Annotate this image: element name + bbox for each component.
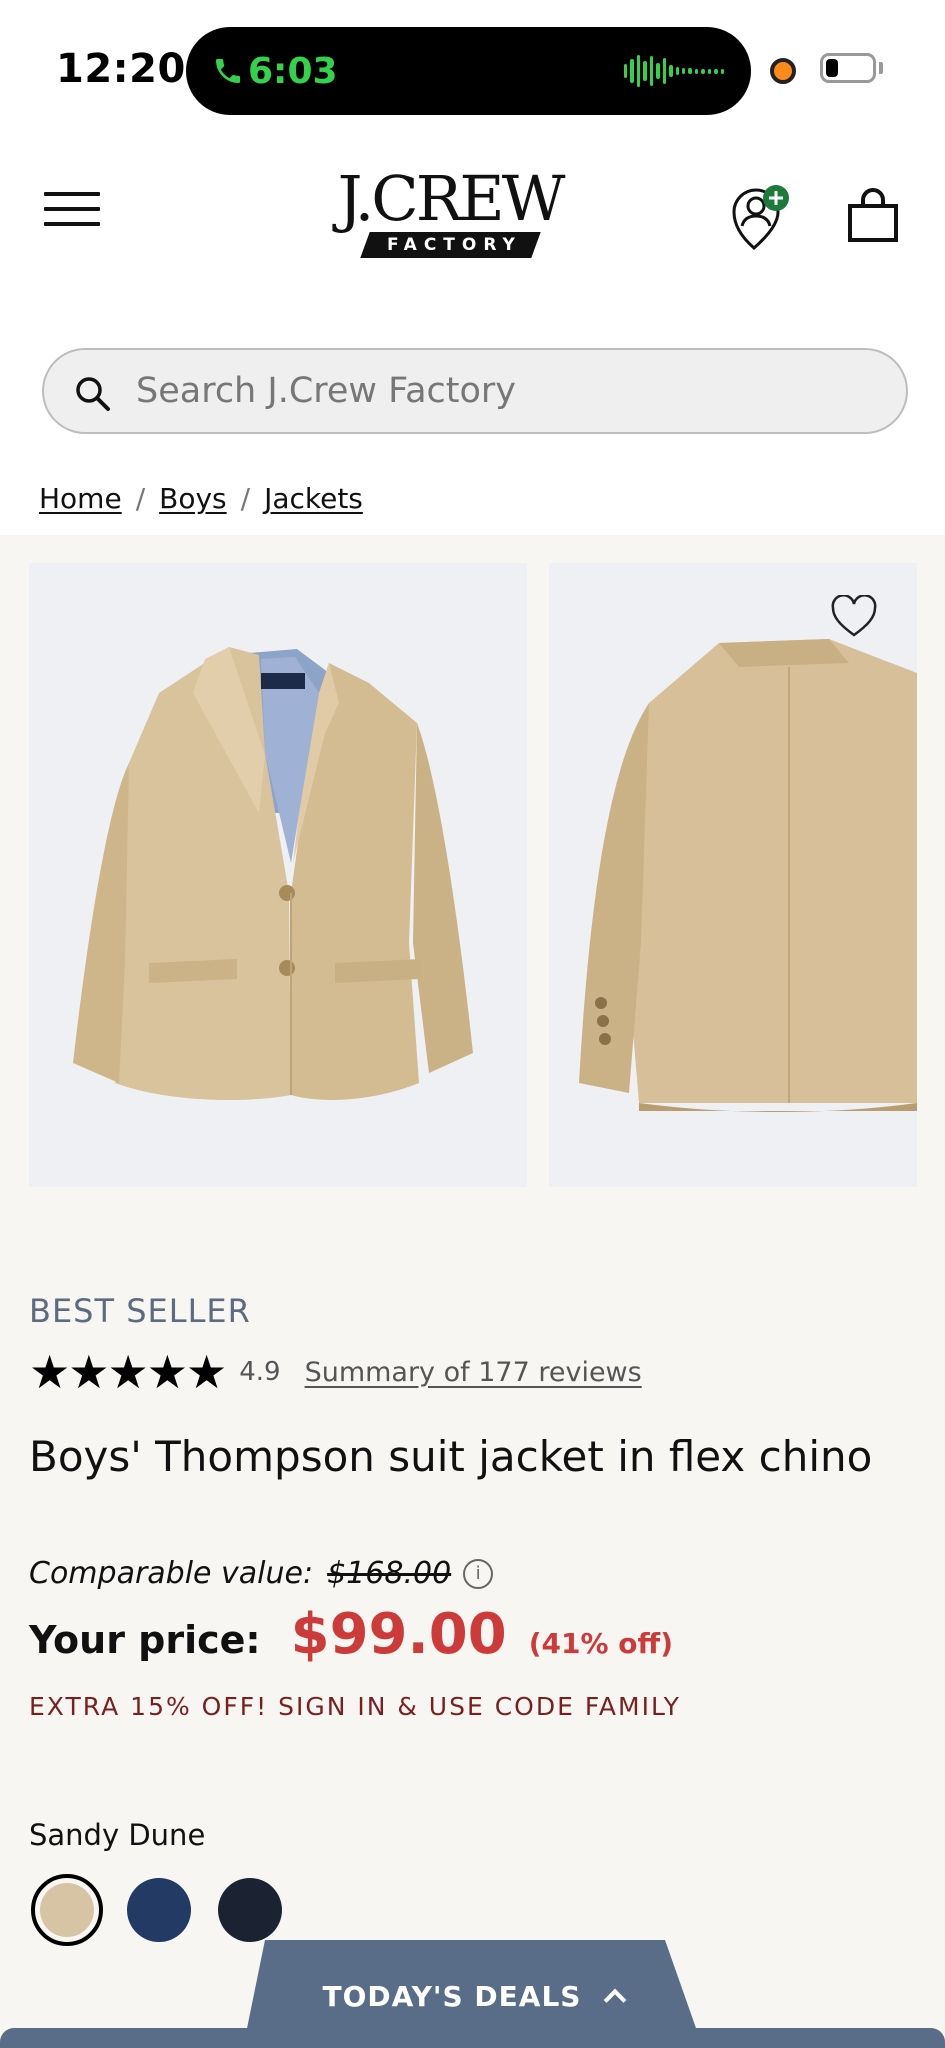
account-icon[interactable] [728, 182, 792, 252]
rating-value: 4.9 [239, 1357, 281, 1387]
chevron-up-icon [604, 1988, 627, 2012]
menu-icon[interactable] [44, 192, 100, 232]
phone-icon [216, 59, 240, 83]
search-icon [76, 377, 110, 411]
breadcrumb: Home / Boys / Jackets [39, 482, 363, 515]
battery-nub [879, 62, 883, 74]
deals-label: TODAY'S DEALS [243, 1980, 703, 2013]
todays-deals-tab[interactable]: TODAY'S DEALS [243, 1940, 703, 2048]
color-swatch-sandy-dune[interactable] [31, 1874, 103, 1946]
status-bar: 12:20 6:03 [0, 0, 945, 130]
star-rating-icon: ★★★★★ [29, 1345, 227, 1399]
selected-color-name: Sandy Dune [29, 1818, 206, 1852]
recording-dot-icon [770, 58, 796, 84]
clock: 12:20 [56, 46, 186, 92]
rating-row: ★★★★★ 4.9 Summary of 177 reviews [29, 1348, 642, 1396]
price-label: Your price: [29, 1618, 261, 1662]
sale-price: $99.00 [290, 1602, 507, 1667]
breadcrumb-separator: / [135, 482, 146, 515]
reviews-link[interactable]: Summary of 177 reviews [305, 1357, 642, 1388]
site-logo[interactable]: J.CREW FACTORY [330, 168, 570, 258]
heart-icon[interactable] [830, 595, 878, 639]
call-timer: 6:03 [248, 51, 338, 92]
bag-icon[interactable] [846, 188, 900, 244]
breadcrumb-separator: / [240, 482, 251, 515]
logo-wordmark: J.CREW [337, 162, 566, 235]
comparable-label: Comparable value: [29, 1556, 314, 1591]
breadcrumb-jackets[interactable]: Jackets [264, 482, 363, 515]
dynamic-island[interactable]: 6:03 [186, 27, 751, 115]
product-image-front[interactable] [29, 563, 527, 1187]
discount-percent: (41% off) [528, 1627, 674, 1660]
audio-wave-icon [624, 55, 724, 87]
product-title: Boys' Thompson suit jacket in flex chino [29, 1432, 873, 1481]
breadcrumb-boys[interactable]: Boys [159, 482, 227, 515]
color-swatch-dark-navy[interactable] [218, 1878, 282, 1942]
price-row: Your price: $99.00 (41% off) [29, 1602, 673, 1667]
info-icon[interactable]: i [463, 1558, 494, 1589]
battery-icon [820, 53, 876, 83]
promo-message: EXTRA 15% OFF! SIGN IN & USE CODE FAMILY [29, 1692, 681, 1721]
product-gallery[interactable] [0, 535, 945, 1215]
product-image-back[interactable] [549, 563, 917, 1187]
best-seller-badge: BEST SELLER [29, 1292, 251, 1330]
comparable-value: Comparable value: $168.00 i [29, 1556, 494, 1591]
search-bar[interactable] [42, 348, 908, 434]
comparable-price: $168.00 [327, 1556, 452, 1591]
search-input[interactable] [136, 366, 856, 416]
site-header: J.CREW FACTORY Home / Boys / Jackets [0, 130, 945, 535]
breadcrumb-home[interactable]: Home [39, 482, 122, 515]
logo-subtitle: FACTORY [359, 232, 541, 258]
color-swatch-navy[interactable] [127, 1878, 191, 1942]
